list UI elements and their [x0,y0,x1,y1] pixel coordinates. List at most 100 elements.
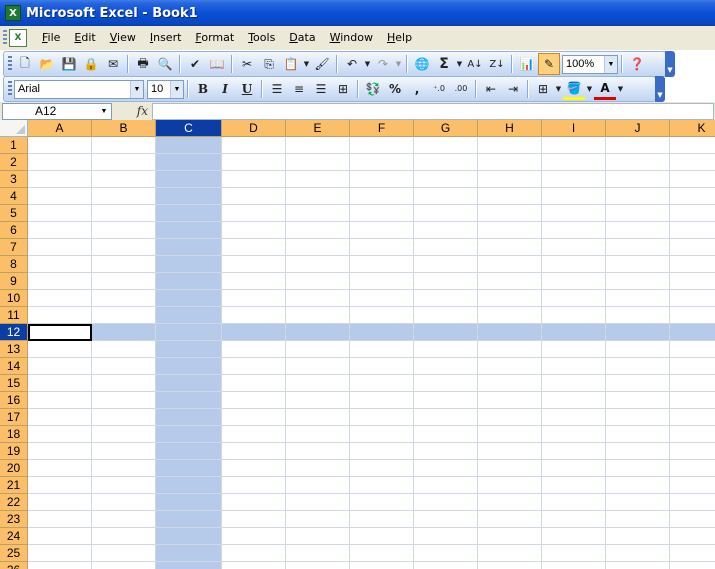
cell-d19[interactable] [222,443,286,460]
cell-j17[interactable] [606,409,670,426]
cell-h1[interactable] [478,137,542,154]
cell-f16[interactable] [350,392,414,409]
cell-a18[interactable] [28,426,92,443]
cell-i11[interactable] [542,307,606,324]
row-header-15[interactable]: 15 [0,375,28,392]
menu-item-format[interactable]: Format [188,26,241,50]
cell-i2[interactable] [542,154,606,171]
menu-item-window[interactable]: Window [323,26,380,50]
cell-f14[interactable] [350,358,414,375]
cell-b24[interactable] [92,528,156,545]
row-header-13[interactable]: 13 [0,341,28,358]
cell-a6[interactable] [28,222,92,239]
cell-d16[interactable] [222,392,286,409]
research-icon[interactable]: 📖 [206,53,228,75]
cell-i14[interactable] [542,358,606,375]
cell-j23[interactable] [606,511,670,528]
underline-button[interactable]: U [236,78,258,100]
cell-d3[interactable] [222,171,286,188]
cell-k4[interactable] [670,188,715,205]
paste-icon[interactable]: 📋 [280,53,302,75]
cell-e26[interactable] [286,562,350,569]
cell-e8[interactable] [286,256,350,273]
cell-b18[interactable] [92,426,156,443]
cell-i7[interactable] [542,239,606,256]
cell-k24[interactable] [670,528,715,545]
cell-g8[interactable] [414,256,478,273]
cell-h25[interactable] [478,545,542,562]
cell-a23[interactable] [28,511,92,528]
merge-center-icon[interactable]: ⊞ [332,78,354,100]
cell-f26[interactable] [350,562,414,569]
cell-j15[interactable] [606,375,670,392]
cell-c10[interactable] [156,290,222,307]
cell-h11[interactable] [478,307,542,324]
cell-b13[interactable] [92,341,156,358]
cell-i23[interactable] [542,511,606,528]
cell-c4[interactable] [156,188,222,205]
permission-icon[interactable]: 🔒 [80,53,102,75]
row-header-16[interactable]: 16 [0,392,28,409]
cell-j11[interactable] [606,307,670,324]
cell-e1[interactable] [286,137,350,154]
column-header-f[interactable]: F [350,120,414,137]
cell-h24[interactable] [478,528,542,545]
cell-i5[interactable] [542,205,606,222]
cell-k2[interactable] [670,154,715,171]
cell-h20[interactable] [478,460,542,477]
cell-f12[interactable] [350,324,414,341]
zoom-select[interactable]: 100% ▼ [562,54,618,74]
cell-h23[interactable] [478,511,542,528]
row-header-25[interactable]: 25 [0,545,28,562]
cell-f8[interactable] [350,256,414,273]
row-header-10[interactable]: 10 [0,290,28,307]
cell-g24[interactable] [414,528,478,545]
borders-dropdown-icon[interactable]: ▼ [554,85,563,93]
open-icon[interactable]: 📂 [36,53,58,75]
comma-button[interactable]: , [406,78,428,100]
cell-k11[interactable] [670,307,715,324]
cell-c9[interactable] [156,273,222,290]
increase-indent-icon[interactable]: ⇥ [502,78,524,100]
row-header-12[interactable]: 12 [0,324,28,341]
currency-icon[interactable]: 💱 [362,78,384,100]
cell-d14[interactable] [222,358,286,375]
cell-k3[interactable] [670,171,715,188]
undo-dropdown-icon[interactable]: ▼ [363,60,372,68]
row-header-14[interactable]: 14 [0,358,28,375]
cell-e16[interactable] [286,392,350,409]
cell-h10[interactable] [478,290,542,307]
cell-a14[interactable] [28,358,92,375]
cell-d11[interactable] [222,307,286,324]
cell-a8[interactable] [28,256,92,273]
cell-i4[interactable] [542,188,606,205]
redo-dropdown-icon[interactable]: ▼ [394,60,403,68]
cell-i12[interactable] [542,324,606,341]
cell-e25[interactable] [286,545,350,562]
cell-f20[interactable] [350,460,414,477]
cell-g19[interactable] [414,443,478,460]
cell-c13[interactable] [156,341,222,358]
cell-k18[interactable] [670,426,715,443]
row-header-21[interactable]: 21 [0,477,28,494]
formula-input[interactable] [152,102,714,120]
cell-e7[interactable] [286,239,350,256]
cell-h22[interactable] [478,494,542,511]
italic-button[interactable]: I [214,78,236,100]
cell-i17[interactable] [542,409,606,426]
font-name-select[interactable]: Arial ▼ [14,79,144,99]
decrease-indent-icon[interactable]: ⇤ [480,78,502,100]
print-icon[interactable]: 🖶 [132,53,154,75]
cell-h3[interactable] [478,171,542,188]
help-icon[interactable]: ❓ [626,53,648,75]
row-header-5[interactable]: 5 [0,205,28,222]
fill-color-icon[interactable]: 🪣 [563,78,585,100]
font-color-dropdown-icon[interactable]: ▼ [616,85,625,93]
increase-decimal-icon[interactable]: ⁺.0 [428,78,450,100]
cell-i1[interactable] [542,137,606,154]
font-size-dropdown-icon[interactable]: ▼ [170,80,183,98]
cell-e9[interactable] [286,273,350,290]
cell-f23[interactable] [350,511,414,528]
cell-c26[interactable] [156,562,222,569]
cell-j18[interactable] [606,426,670,443]
